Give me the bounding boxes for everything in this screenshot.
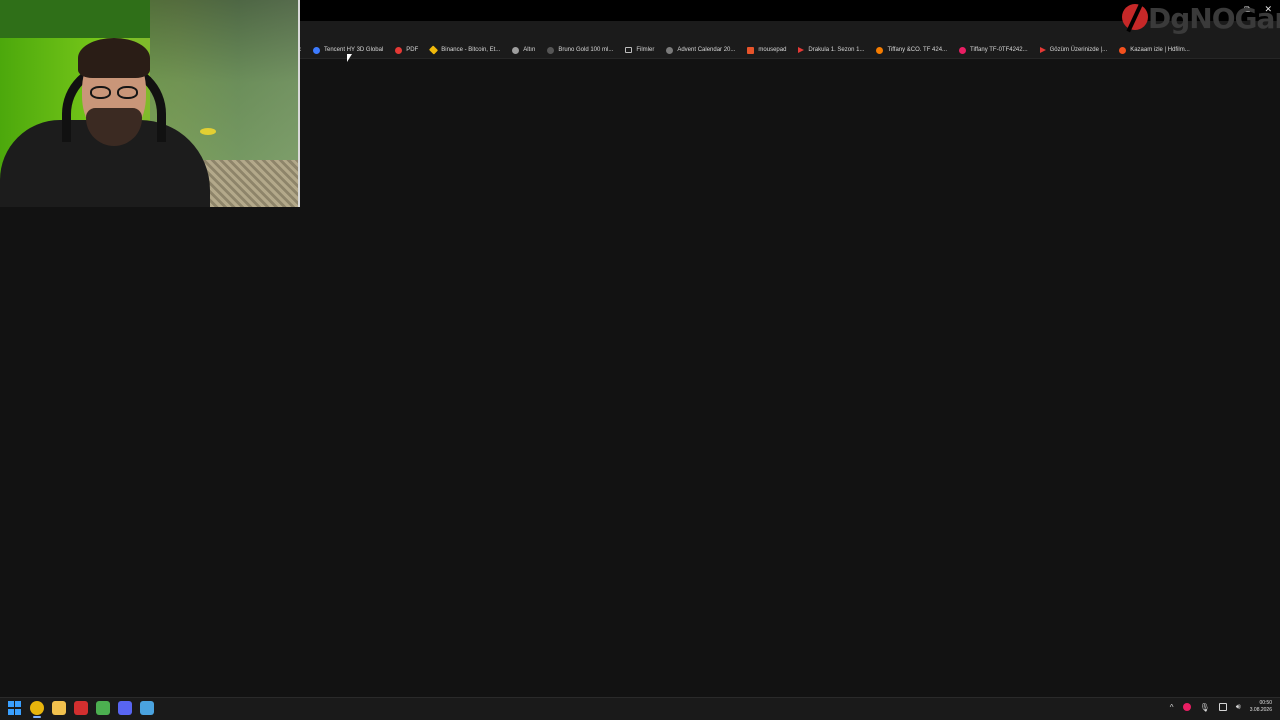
steam-app[interactable] bbox=[140, 701, 154, 715]
aliexpress-icon bbox=[747, 46, 755, 54]
bookmark-item[interactable]: mousepad bbox=[745, 43, 788, 57]
microphone-icon[interactable]: 🎙︎ bbox=[1200, 703, 1210, 712]
ccleaner-app[interactable] bbox=[74, 701, 88, 715]
tray-chevron-icon[interactable]: ^ bbox=[1170, 703, 1174, 712]
glasses bbox=[90, 86, 138, 100]
fish bbox=[200, 128, 216, 135]
bookmark-label: Altın bbox=[523, 47, 536, 53]
bookmarks-list: xTencent HY 3D GlobalPDFBinance - Bitcoi… bbox=[296, 41, 1192, 59]
start-button[interactable] bbox=[8, 701, 22, 715]
clock-date: 3.08.2026 bbox=[1249, 707, 1272, 713]
chrome-app[interactable] bbox=[30, 701, 44, 718]
clock[interactable]: 00:50 3.08.2026 bbox=[1250, 700, 1272, 714]
bookmark-item[interactable]: Filmler bbox=[623, 43, 656, 57]
bookmark-label: Advent Calendar 20... bbox=[677, 47, 736, 53]
bookmark-item[interactable]: Tiffany TF-0TF4242... bbox=[957, 43, 1030, 57]
bookmark-item[interactable]: Tiffany &CO. TF 424... bbox=[874, 43, 949, 57]
network-icon[interactable] bbox=[1218, 703, 1227, 711]
bookmark-item[interactable]: Gözüm Üzerinizde |... bbox=[1038, 43, 1110, 57]
bookmark-item[interactable]: Drakula 1. Sezon 1... bbox=[796, 43, 866, 57]
pdf-icon bbox=[395, 46, 403, 54]
advent-icon bbox=[666, 46, 674, 54]
logo-mark-icon bbox=[1122, 4, 1148, 30]
tiffany-icon bbox=[876, 46, 884, 54]
clock-time: 00:50 bbox=[1259, 700, 1272, 706]
play-icon bbox=[798, 47, 805, 53]
bookmark-label: Tencent HY 3D Global bbox=[324, 47, 384, 53]
bookmark-label: Binance - Bitcoin, Et... bbox=[441, 47, 501, 53]
taskbar-apps bbox=[8, 701, 154, 718]
video-icon bbox=[1039, 47, 1046, 53]
watermark-text: DgNOGame bbox=[1148, 2, 1280, 35]
shop-icon bbox=[959, 46, 967, 54]
bookmark-label: PDF bbox=[406, 47, 419, 53]
bookmark-item[interactable]: Altın bbox=[510, 43, 537, 57]
system-tray: ^ 🎙︎ 🔊︎ 00:50 3.08.2026 bbox=[1170, 700, 1272, 714]
tray-app-icon[interactable] bbox=[1182, 703, 1191, 711]
webcam-overlay bbox=[0, 0, 300, 207]
bookmark-label: mousepad bbox=[758, 47, 787, 53]
bookmark-label: Kazaam izle | Hdfilm... bbox=[1130, 47, 1190, 53]
bookmark-item[interactable]: Advent Calendar 20... bbox=[664, 43, 737, 57]
binance-icon bbox=[429, 45, 439, 55]
bruno-icon bbox=[547, 46, 555, 54]
bookmark-label: Tiffany TF-0TF4242... bbox=[970, 47, 1028, 53]
taskbar: ^ 🎙︎ 🔊︎ 00:50 3.08.2026 bbox=[0, 697, 1280, 720]
streamer-hair bbox=[78, 38, 150, 78]
mouse-cursor bbox=[347, 54, 352, 62]
bookmark-label: Drakula 1. Sezon 1... bbox=[808, 47, 865, 53]
xbox-app[interactable] bbox=[96, 701, 110, 715]
bookmark-label: Tiffany &CO. TF 424... bbox=[887, 47, 948, 53]
film-icon bbox=[1119, 46, 1127, 54]
watermark-logo: DgNOGame bbox=[1120, 0, 1280, 36]
tencent-icon bbox=[313, 46, 320, 54]
bookmark-item[interactable]: PDF bbox=[393, 43, 420, 57]
file-explorer-app[interactable] bbox=[52, 701, 66, 715]
bookmark-label: Filmler bbox=[636, 47, 655, 53]
gold-icon bbox=[512, 46, 520, 54]
aquarium-lamp bbox=[0, 0, 150, 38]
bookmark-item[interactable]: Binance - Bitcoin, Et... bbox=[428, 43, 502, 57]
folder-icon bbox=[625, 47, 633, 53]
discord-app[interactable] bbox=[118, 701, 132, 715]
bookmark-label: Gözüm Üzerinizde |... bbox=[1049, 47, 1108, 53]
desktop-screen: ⧉ ✕ ☆ ⧠ ⋮ xTencent HY 3D GlobalPDFBinanc… bbox=[0, 0, 1280, 720]
volume-icon[interactable]: 🔊︎ bbox=[1236, 702, 1241, 712]
bookmark-item[interactable]: Kazaam izle | Hdfilm... bbox=[1117, 43, 1192, 57]
bookmark-label: Bruno Gold 100 ml... bbox=[558, 47, 614, 53]
bookmark-item[interactable]: Bruno Gold 100 ml... bbox=[545, 43, 615, 57]
